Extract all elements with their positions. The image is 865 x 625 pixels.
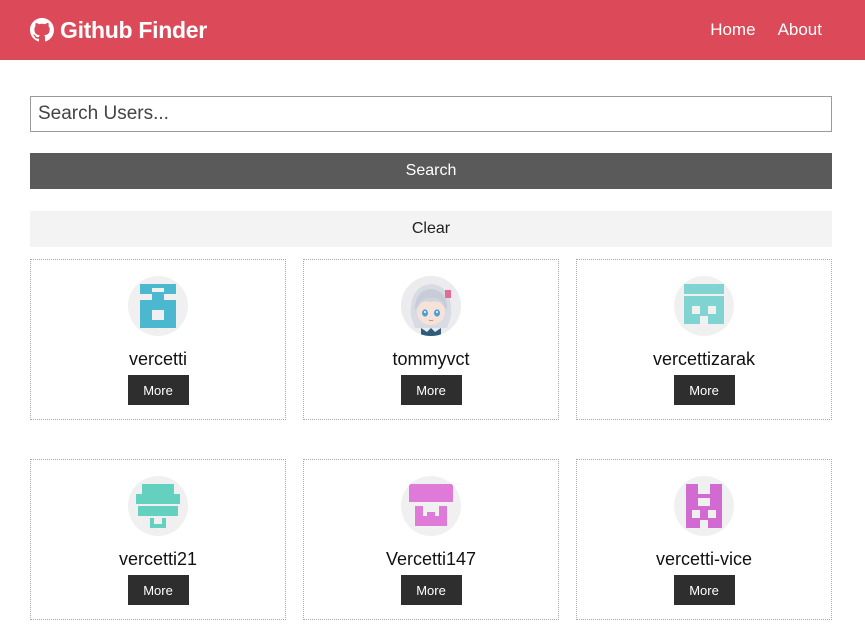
user-card: Vercetti147 More bbox=[303, 459, 559, 620]
identicon-avatar bbox=[684, 284, 724, 324]
avatar bbox=[401, 276, 461, 336]
user-card: vercettizarak More bbox=[576, 259, 832, 420]
identicon-avatar bbox=[136, 484, 180, 528]
avatar bbox=[128, 476, 188, 536]
anime-avatar bbox=[401, 276, 461, 336]
identicon-avatar bbox=[686, 484, 722, 528]
navbar: Github Finder Home About bbox=[0, 0, 865, 60]
user-card: vercetti21 More bbox=[30, 459, 286, 620]
search-input[interactable] bbox=[30, 96, 832, 132]
identicon-avatar bbox=[140, 284, 176, 328]
brand[interactable]: Github Finder bbox=[30, 17, 207, 44]
user-card: tommyvct More bbox=[303, 259, 559, 420]
more-button[interactable]: More bbox=[127, 375, 189, 405]
user-login: vercettizarak bbox=[652, 349, 756, 369]
more-button[interactable]: More bbox=[400, 575, 462, 605]
identicon-avatar bbox=[409, 484, 453, 526]
brand-title: Github Finder bbox=[60, 16, 207, 43]
github-icon bbox=[30, 18, 54, 42]
more-button[interactable]: More bbox=[400, 375, 462, 405]
user-login: vercetti bbox=[128, 349, 188, 369]
more-button[interactable]: More bbox=[673, 375, 735, 405]
search-button[interactable]: Search bbox=[30, 153, 832, 189]
avatar bbox=[674, 476, 734, 536]
user-login: vercetti21 bbox=[118, 549, 198, 569]
nav-about-link[interactable]: About bbox=[778, 20, 822, 40]
avatar bbox=[128, 276, 188, 336]
user-login: Vercetti147 bbox=[385, 549, 477, 569]
more-button[interactable]: More bbox=[127, 575, 189, 605]
clear-button[interactable]: Clear bbox=[30, 211, 832, 247]
avatar bbox=[674, 276, 734, 336]
user-login: vercetti-vice bbox=[655, 549, 753, 569]
avatar bbox=[401, 476, 461, 536]
more-button[interactable]: More bbox=[673, 575, 735, 605]
user-grid: vercetti More tommyvct More vercettizara… bbox=[30, 259, 832, 620]
user-card: vercetti More bbox=[30, 259, 286, 420]
user-login: tommyvct bbox=[392, 349, 470, 369]
nav-home-link[interactable]: Home bbox=[710, 20, 755, 40]
nav-links: Home About bbox=[688, 20, 822, 40]
user-card: vercetti-vice More bbox=[576, 459, 832, 620]
